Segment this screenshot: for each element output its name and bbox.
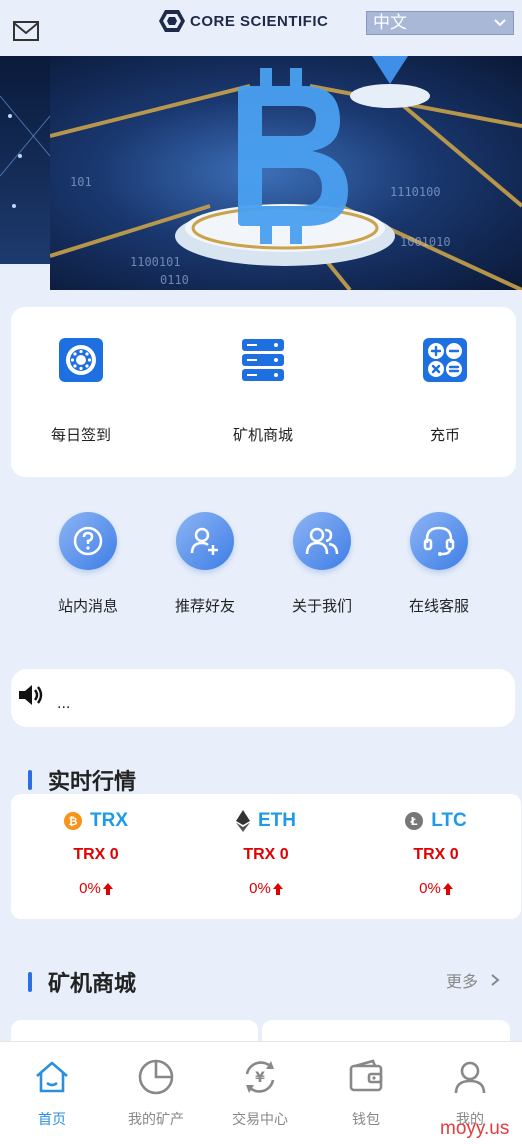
tab-label: 我的矿产: [128, 1111, 184, 1127]
tab-my-assets[interactable]: 我的矿产: [104, 1058, 208, 1129]
coin-name: ETH: [258, 810, 296, 831]
market-coin-trx[interactable]: ₿ TRX TRX 0 0%: [11, 810, 181, 897]
quick-actions-card: 每日签到 矿机商城 充币: [11, 307, 516, 477]
market-section-title: 实时行情: [28, 764, 136, 796]
shortcut-refer-friend[interactable]: 推荐好友: [150, 512, 260, 616]
server-icon: [242, 339, 284, 381]
tab-home[interactable]: 首页: [0, 1058, 104, 1129]
calculator-icon: [423, 338, 467, 382]
header: CORE SCIENTIFIC 中文: [0, 0, 522, 52]
tab-label: 交易中心: [232, 1111, 288, 1127]
coin-change-value: 0%: [419, 880, 441, 897]
home-icon: [36, 1061, 68, 1093]
quick-action-label: 矿机商城: [232, 427, 293, 444]
chevron-right-icon: [491, 974, 500, 986]
shortcut-messages[interactable]: 站内消息: [33, 512, 143, 616]
banner-prev-slide: [0, 56, 51, 264]
arrow-up-icon: [442, 882, 453, 895]
quick-action-checkin[interactable]: 每日签到: [11, 337, 151, 445]
watermark-text: moyy.us: [440, 1118, 510, 1139]
svg-text:1100101: 1100101: [130, 255, 181, 269]
logo-text: CORE SCIENTIFIC: [190, 12, 329, 30]
shortcut-about-us[interactable]: 关于我们: [267, 512, 377, 616]
coin-price: TRX 0: [413, 846, 459, 863]
chevron-down-icon: [494, 19, 506, 27]
svg-text:1110100: 1110100: [390, 185, 441, 199]
users-icon: [293, 512, 351, 570]
shortcut-label: 在线客服: [408, 598, 469, 615]
logo: CORE SCIENTIFIC: [158, 8, 328, 34]
svg-text:Ł: Ł: [410, 815, 418, 828]
svg-text:1001010: 1001010: [400, 235, 451, 249]
quick-action-label: 充币: [429, 427, 460, 444]
speaker-icon: [19, 685, 43, 705]
tab-trading-center[interactable]: ¥ 交易中心: [208, 1058, 312, 1129]
svg-text:0110: 0110: [160, 273, 189, 287]
coin-change-value: 0%: [249, 880, 271, 897]
shop-section-title: 矿机商城: [28, 966, 136, 998]
market-coin-eth[interactable]: ETH TRX 0 0%: [181, 810, 351, 897]
svg-text:101: 101: [70, 175, 92, 189]
coin-name: LTC: [431, 810, 467, 831]
notice-bar[interactable]: ...: [11, 669, 515, 727]
user-icon: [454, 1061, 486, 1094]
tab-wallet[interactable]: 钱包: [314, 1058, 418, 1129]
core-scientific-logo-icon: [159, 10, 185, 32]
ethereum-icon: [236, 810, 250, 832]
checkin-icon: [59, 338, 103, 382]
market-coin-ltc[interactable]: Ł LTC TRX 0 0%: [351, 810, 521, 897]
coin-change-value: 0%: [79, 880, 101, 897]
shortcut-label: 推荐好友: [174, 598, 235, 615]
more-label: 更多: [446, 974, 479, 991]
language-select[interactable]: 中文: [366, 11, 514, 35]
shortcut-label: 关于我们: [291, 598, 352, 615]
arrow-up-icon: [102, 882, 113, 895]
title-accent-bar: [28, 972, 32, 992]
wallet-icon: [349, 1059, 383, 1092]
arrow-up-icon: [272, 882, 283, 895]
title-accent-bar: [28, 770, 32, 790]
coin-change: 0%: [351, 880, 521, 897]
coin-change: 0%: [181, 880, 351, 897]
shop-title: 矿机商城: [48, 971, 137, 996]
market-title: 实时行情: [48, 769, 137, 794]
coin-price: TRX 0: [73, 846, 119, 863]
coin-name: TRX: [90, 810, 128, 831]
bitcoin-icon: ₿: [64, 812, 82, 830]
tab-label: 钱包: [352, 1111, 380, 1127]
language-value: 中文: [373, 13, 407, 32]
market-card: ₿ TRX TRX 0 0% ETH TRX 0 0% Ł LTC TRX 0 …: [11, 794, 521, 919]
shortcut-label: 站内消息: [57, 598, 118, 615]
question-icon: [59, 512, 117, 570]
svg-text:¥: ¥: [255, 1070, 265, 1086]
notice-text: ...: [57, 695, 71, 712]
banner-image: 1110100 1001010 1100101 0110 101: [49, 56, 522, 290]
add-user-icon: [176, 512, 234, 570]
headset-icon: [410, 512, 468, 570]
svg-text:₿: ₿: [69, 815, 78, 828]
pie-chart-icon: [138, 1059, 174, 1095]
quick-action-deposit[interactable]: 充币: [375, 337, 515, 445]
tab-label: 首页: [38, 1111, 66, 1127]
banner-carousel[interactable]: 1110100 1001010 1100101 0110 101: [0, 56, 522, 290]
coin-change: 0%: [11, 880, 181, 897]
exchange-icon: ¥: [245, 1061, 275, 1093]
shop-more-link[interactable]: 更多: [446, 968, 500, 992]
quick-action-label: 每日签到: [50, 427, 111, 444]
coin-price: TRX 0: [243, 846, 289, 863]
litecoin-icon: Ł: [405, 812, 424, 830]
mail-icon[interactable]: [12, 18, 40, 44]
shortcut-customer-service[interactable]: 在线客服: [384, 512, 494, 616]
quick-action-miner-shop[interactable]: 矿机商城: [193, 337, 333, 445]
